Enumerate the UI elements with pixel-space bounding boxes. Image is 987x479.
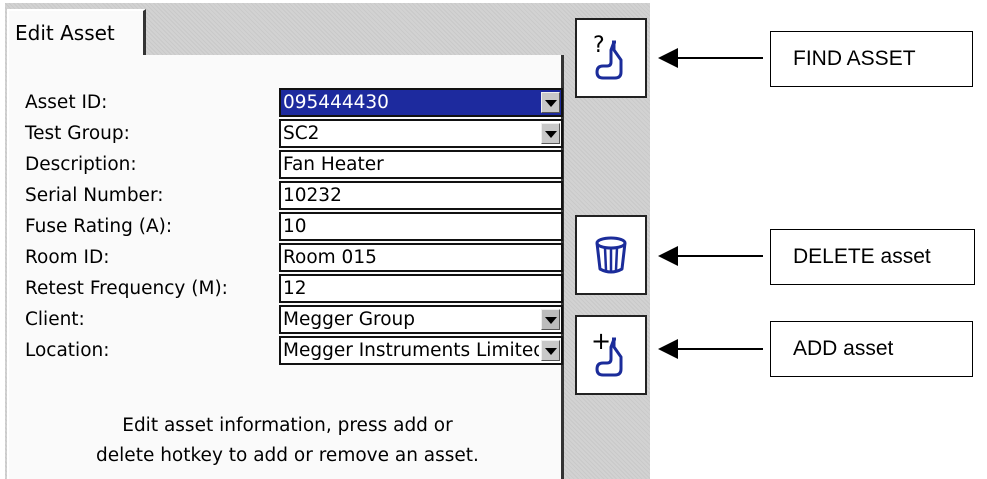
asset-id-dropdown[interactable]: 095444430 bbox=[279, 88, 563, 117]
room-id-row: Room ID: Room 015 bbox=[9, 243, 566, 272]
retest-frequency-label: Retest Frequency (M): bbox=[25, 278, 228, 299]
trash-icon bbox=[595, 236, 627, 274]
add-asset-callout: ADD asset bbox=[770, 321, 973, 377]
find-asset-callout: FIND ASSET bbox=[770, 31, 973, 87]
asset-id-row: Asset ID: 095444430 bbox=[9, 88, 566, 117]
fuse-rating-label: Fuse Rating (A): bbox=[25, 216, 173, 237]
retest-frequency-row: Retest Frequency (M): 12 bbox=[9, 274, 566, 303]
find-asset-icon: ? bbox=[593, 33, 623, 80]
test-group-label: Test Group: bbox=[25, 123, 130, 144]
location-row: Location: Megger Instruments Limited bbox=[9, 336, 566, 365]
add-asset-arrow bbox=[658, 339, 763, 359]
location-label: Location: bbox=[25, 340, 110, 361]
location-dropdown[interactable]: Megger Instruments Limited bbox=[279, 336, 563, 365]
test-group-row: Test Group: SC2 bbox=[9, 119, 566, 148]
edit-asset-panel: Asset ID: 095444430 Test Group: SC2 Desc… bbox=[7, 55, 564, 479]
add-asset-button[interactable]: + bbox=[575, 315, 647, 395]
room-id-field[interactable]: Room 015 bbox=[279, 243, 563, 272]
help-text-line-1: Edit asset information, press add or bbox=[122, 415, 453, 436]
fuse-rating-field[interactable]: 10 bbox=[279, 212, 563, 241]
serial-number-field[interactable]: 10232 bbox=[279, 181, 563, 210]
room-id-label: Room ID: bbox=[25, 247, 110, 268]
chevron-down-icon[interactable] bbox=[541, 340, 560, 361]
find-asset-arrow bbox=[658, 48, 763, 68]
chevron-down-icon[interactable] bbox=[541, 123, 560, 144]
client-label: Client: bbox=[25, 309, 85, 330]
serial-number-row: Serial Number: 10232 bbox=[9, 181, 566, 210]
svg-text:?: ? bbox=[593, 33, 605, 58]
test-group-dropdown[interactable]: SC2 bbox=[279, 119, 563, 148]
svg-text:+: + bbox=[591, 327, 611, 355]
add-asset-icon: + bbox=[591, 327, 623, 377]
asset-id-label: Asset ID: bbox=[25, 92, 108, 113]
client-value: Megger Group bbox=[283, 309, 416, 330]
location-value: Megger Instruments Limited bbox=[283, 340, 539, 361]
client-dropdown[interactable]: Megger Group bbox=[279, 305, 563, 334]
tab-edit-asset[interactable]: Edit Asset bbox=[7, 9, 146, 57]
find-asset-button[interactable]: ? bbox=[575, 18, 647, 98]
help-text: Edit asset information, press add or del… bbox=[9, 411, 566, 471]
description-label: Description: bbox=[25, 154, 137, 175]
delete-asset-callout: DELETE asset bbox=[770, 229, 975, 285]
chevron-down-icon[interactable] bbox=[541, 309, 560, 330]
retest-frequency-field[interactable]: 12 bbox=[279, 274, 563, 303]
delete-asset-arrow bbox=[658, 246, 763, 266]
device-screen: Edit Asset Asset ID: 095444430 Test Grou… bbox=[5, 3, 650, 479]
help-text-line-2: delete hotkey to add or remove an asset. bbox=[96, 445, 479, 466]
asset-id-value: 095444430 bbox=[283, 92, 389, 113]
fuse-rating-row: Fuse Rating (A): 10 bbox=[9, 212, 566, 241]
description-field[interactable]: Fan Heater bbox=[279, 150, 563, 179]
serial-number-label: Serial Number: bbox=[25, 185, 164, 206]
description-row: Description: Fan Heater bbox=[9, 150, 566, 179]
test-group-value: SC2 bbox=[283, 123, 320, 144]
delete-asset-button[interactable] bbox=[575, 215, 647, 295]
client-row: Client: Megger Group bbox=[9, 305, 566, 334]
chevron-down-icon[interactable] bbox=[541, 92, 560, 113]
